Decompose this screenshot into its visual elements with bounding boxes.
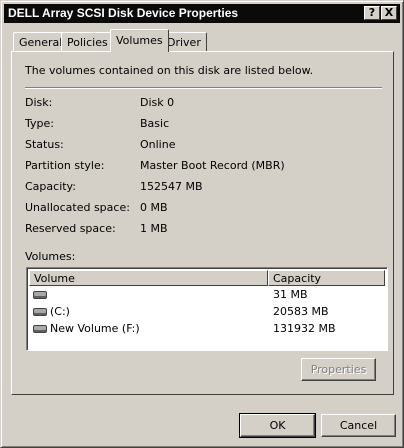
title-bar[interactable]: DELL Array SCSI Disk Device Properties ?… <box>4 4 400 23</box>
partition-style-value: Master Boot Record (MBR) <box>140 159 285 172</box>
column-header-capacity[interactable]: Capacity <box>268 270 385 286</box>
volume-row[interactable]: New Volume (F:) 131932 MB <box>29 321 385 337</box>
volume-row[interactable]: (C:) 20583 MB <box>29 304 385 320</box>
separator <box>25 87 382 89</box>
cancel-button[interactable]: Cancel <box>321 414 396 437</box>
status-label: Status: <box>25 138 64 151</box>
type-value: Basic <box>140 117 170 130</box>
disk-value: Disk 0 <box>140 96 175 109</box>
volumes-list[interactable]: Volume Capacity 31 MB (C:) 20583 MB New … <box>26 267 388 351</box>
type-label: Type: <box>25 117 54 130</box>
drive-icon <box>33 308 47 316</box>
partition-style-label: Partition style: <box>25 159 105 172</box>
volume-capacity: 20583 MB <box>273 305 329 318</box>
status-value: Online <box>140 138 176 151</box>
volume-row[interactable]: 31 MB <box>29 287 385 303</box>
reserved-space-label: Reserved space: <box>25 222 116 235</box>
intro-text: The volumes contained on this disk are l… <box>25 64 314 77</box>
volumes-label: Volumes: <box>25 250 76 263</box>
tab-volumes[interactable]: Volumes <box>110 29 169 52</box>
properties-dialog: DELL Array SCSI Disk Device Properties ?… <box>0 0 404 448</box>
volume-properties-button[interactable]: Properties <box>301 358 376 381</box>
unallocated-space-label: Unallocated space: <box>25 201 130 214</box>
volume-name-cell: New Volume (F:) <box>33 322 140 335</box>
volume-name-cell: (C:) <box>33 305 70 318</box>
close-button[interactable]: X <box>381 6 397 20</box>
disk-label: Disk: <box>25 96 53 109</box>
help-button[interactable]: ? <box>364 6 380 20</box>
drive-icon <box>33 291 47 299</box>
column-header-volume[interactable]: Volume <box>29 270 268 286</box>
volumes-tab-panel: The volumes contained on this disk are l… <box>11 51 394 395</box>
ok-button[interactable]: OK <box>239 413 316 438</box>
capacity-value: 152547 MB <box>140 180 203 193</box>
volume-name: New Volume (F:) <box>50 322 140 335</box>
volume-name: (C:) <box>50 305 70 318</box>
reserved-space-value: 1 MB <box>140 222 168 235</box>
window-title: DELL Array SCSI Disk Device Properties <box>8 6 239 20</box>
drive-icon <box>33 325 47 333</box>
capacity-label: Capacity: <box>25 180 76 193</box>
tab-policies[interactable]: Policies <box>61 32 114 52</box>
volume-name-cell <box>33 288 50 301</box>
unallocated-space-value: 0 MB <box>140 201 168 214</box>
volume-capacity: 31 MB <box>273 288 308 301</box>
volume-capacity: 131932 MB <box>273 322 336 335</box>
